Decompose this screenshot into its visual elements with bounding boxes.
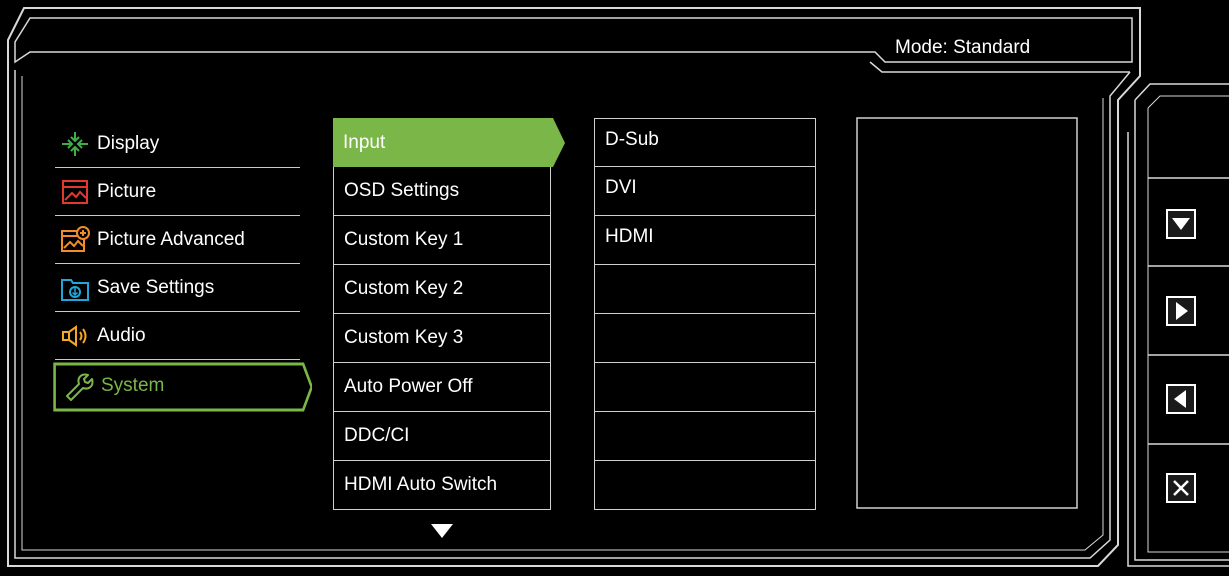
system-wrench-icon	[61, 371, 97, 401]
option-empty	[594, 265, 816, 314]
exit-key-button[interactable]	[1166, 473, 1196, 503]
sub-item-label: Input	[343, 131, 386, 153]
option-dvi[interactable]: DVI	[594, 167, 816, 216]
menu-item-system[interactable]: System	[53, 362, 312, 412]
sub-item-label: Auto Power Off	[344, 376, 473, 397]
menu-item-label: Picture	[97, 180, 157, 202]
display-icon	[57, 129, 93, 159]
mode-indicator: Mode: Standard	[895, 37, 1030, 59]
picture-icon	[57, 177, 93, 207]
menu-item-label: Save Settings	[97, 276, 215, 298]
down-key-button[interactable]	[1166, 209, 1196, 239]
menu-item-picture-advanced[interactable]: Picture Advanced	[55, 216, 300, 264]
picture-advanced-icon	[57, 225, 93, 255]
right-arrow-icon	[1176, 302, 1188, 320]
sub-item-ddc-ci[interactable]: DDC/CI	[333, 412, 551, 461]
option-empty	[594, 363, 816, 412]
sub-item-label: Custom Key 2	[344, 278, 464, 299]
down-arrow-icon	[1172, 218, 1190, 230]
option-empty	[594, 412, 816, 461]
right-key-button[interactable]	[1166, 296, 1196, 326]
option-label: DVI	[605, 177, 637, 198]
sub-item-input[interactable]: Input	[333, 118, 551, 167]
close-icon	[1173, 480, 1189, 496]
sub-item-custom-key-1[interactable]: Custom Key 1	[333, 216, 551, 265]
menu-item-display[interactable]: Display	[55, 120, 300, 168]
mode-label: Mode:	[895, 37, 948, 58]
menu-item-save-settings[interactable]: Save Settings	[55, 264, 300, 312]
mode-value: Standard	[953, 37, 1031, 58]
sub-item-osd-settings[interactable]: OSD Settings	[333, 167, 551, 216]
menu-item-label: System	[101, 375, 165, 396]
sub-item-label: HDMI Auto Switch	[344, 474, 498, 495]
option-empty	[594, 314, 816, 363]
audio-icon	[57, 321, 93, 351]
sub-item-custom-key-3[interactable]: Custom Key 3	[333, 314, 551, 363]
option-label: HDMI	[605, 226, 654, 247]
menu-item-label: Display	[97, 132, 160, 154]
option-empty	[594, 461, 816, 510]
menu-item-picture[interactable]: Picture	[55, 168, 300, 216]
option-d-sub[interactable]: D-Sub	[594, 118, 816, 167]
menu-item-audio[interactable]: Audio	[55, 312, 300, 360]
left-key-button[interactable]	[1166, 384, 1196, 414]
sub-item-label: OSD Settings	[344, 180, 460, 201]
sub-item-hdmi-auto-switch[interactable]: HDMI Auto Switch	[333, 461, 551, 510]
sub-item-custom-key-2[interactable]: Custom Key 2	[333, 265, 551, 314]
more-items-down-arrow-icon[interactable]	[429, 522, 455, 540]
option-label: D-Sub	[605, 129, 659, 150]
menu-item-label: Picture Advanced	[97, 228, 245, 250]
sub-item-label: DDC/CI	[344, 425, 410, 446]
sub-item-auto-power-off[interactable]: Auto Power Off	[333, 363, 551, 412]
sub-item-label: Custom Key 3	[344, 327, 464, 348]
osd-window: Mode: Standard Display Picture Picture A…	[0, 0, 1229, 576]
left-arrow-icon	[1174, 390, 1186, 408]
menu-item-label: Audio	[97, 324, 146, 346]
sub-item-label: Custom Key 1	[344, 229, 464, 250]
save-settings-icon	[57, 273, 93, 303]
option-hdmi[interactable]: HDMI	[594, 216, 816, 265]
